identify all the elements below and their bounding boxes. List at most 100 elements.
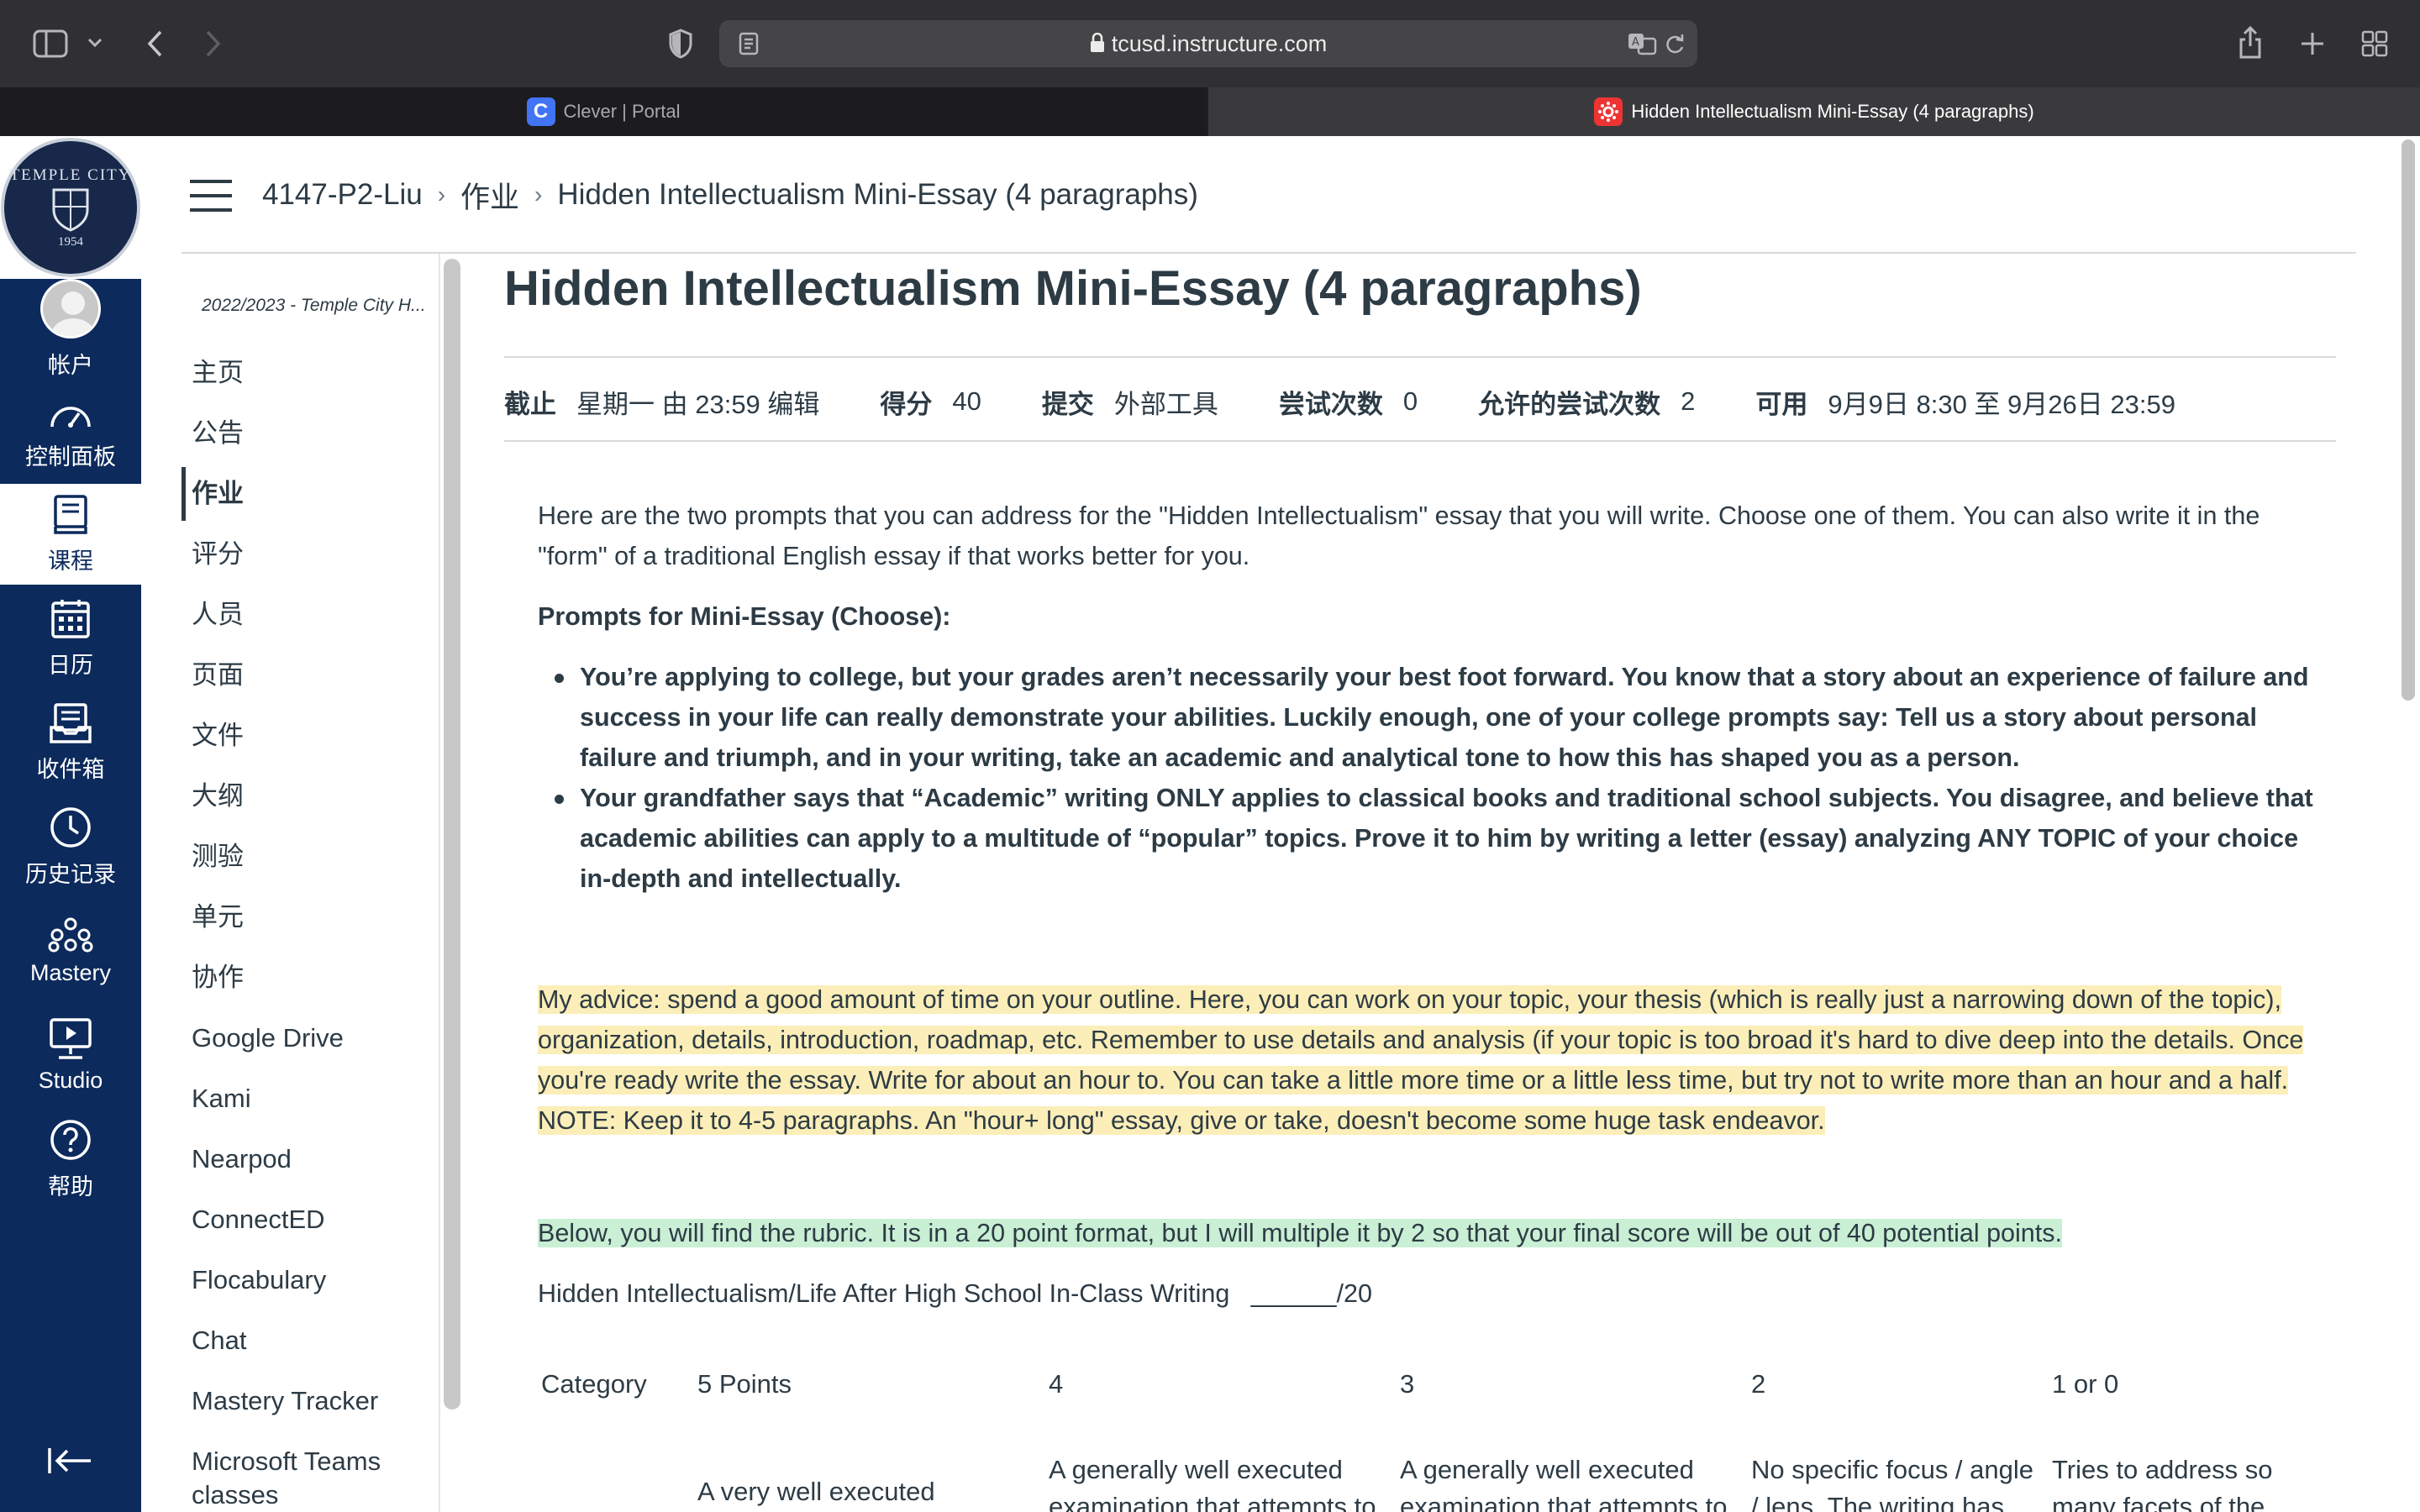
- submit-value: 外部工具: [1113, 389, 1218, 419]
- attempts-label: 尝试次数: [1278, 389, 1383, 419]
- tab-bar: C Clever | Portal Hidden Intellectualism…: [0, 87, 2420, 136]
- details-divider: [504, 440, 2336, 442]
- course-nav-files[interactable]: 文件: [192, 719, 244, 753]
- breadcrumb-page: Hidden Intellectualism Mini-Essay (4 par…: [557, 178, 1198, 211]
- course-nav-syllabus[interactable]: 大纲: [192, 780, 244, 813]
- translate-icon[interactable]: A: [1625, 30, 1659, 57]
- rubric-cell: A generally well executed examination th…: [1049, 1455, 1376, 1512]
- studio-icon: [50, 1017, 92, 1059]
- intro-paragraph: Here are the two prompts that you can ad…: [538, 501, 2260, 570]
- course-nav-home[interactable]: 主页: [192, 356, 244, 390]
- chevron-down-icon[interactable]: [82, 30, 108, 55]
- breadcrumb-course[interactable]: 4147-P2-Liu: [262, 178, 423, 212]
- nav-dashboard[interactable]: 控制面板: [0, 383, 141, 484]
- url-text: tcusd.instructure.com: [719, 20, 1697, 67]
- calendar-icon: [51, 599, 90, 638]
- list-item: You’re applying to college, but your gra…: [555, 657, 2319, 778]
- breadcrumb-section[interactable]: 作业: [460, 174, 519, 217]
- assignment-details: 截止 星期一 由 23:59 编辑 得分 40 提交 外部工具 尝试次数 0 允…: [504, 380, 2175, 423]
- clever-favicon-icon: C: [526, 97, 555, 126]
- submit-label: 提交: [1041, 389, 1094, 419]
- forward-icon[interactable]: [197, 25, 230, 62]
- available-label: 可用: [1755, 389, 1808, 419]
- course-nav-google-drive[interactable]: Google Drive: [192, 1021, 344, 1055]
- tab-assignment[interactable]: Hidden Intellectualism Mini-Essay (4 par…: [1208, 87, 2420, 136]
- back-icon[interactable]: [138, 25, 171, 62]
- mastery-icon: [48, 917, 93, 952]
- seal-year: 1954: [58, 234, 83, 249]
- course-nav-pages[interactable]: 页面: [192, 659, 244, 692]
- browser-toolbar: tcusd.instructure.com A: [0, 0, 2420, 87]
- canvas-favicon-icon: [1594, 97, 1623, 126]
- course-nav-chat[interactable]: Chat: [192, 1324, 246, 1357]
- address-bar[interactable]: tcusd.instructure.com A: [719, 20, 1697, 67]
- help-icon: [50, 1119, 91, 1160]
- tab-label: Hidden Intellectualism Mini-Essay (4 par…: [1631, 101, 2034, 122]
- page-title: Hidden Intellectualism Mini-Essay (4 par…: [504, 261, 1642, 316]
- nav-calendar[interactable]: 日历: [0, 588, 141, 689]
- privacy-shield-icon[interactable]: [664, 25, 697, 62]
- course-nav-flocabulary[interactable]: Flocabulary: [192, 1263, 326, 1297]
- available-value: 9月9日 8:30 至 9月26日 23:59: [1828, 389, 2175, 419]
- course-nav-microsoft-teams[interactable]: Microsoft Teams classes: [192, 1445, 410, 1512]
- page-scrollbar[interactable]: [2402, 139, 2415, 701]
- rubric-title: Hidden Intellectualism/Life After High S…: [538, 1279, 1372, 1308]
- collapse-nav-icon[interactable]: [47, 1446, 92, 1479]
- list-item: Your grandfather says that “Academic” wr…: [555, 778, 2319, 899]
- course-nav-collaborations[interactable]: 协作: [192, 961, 244, 995]
- avatar: [40, 279, 101, 339]
- tab-clever-portal[interactable]: C Clever | Portal: [0, 87, 1207, 136]
- sidebar-toggle-icon[interactable]: [30, 27, 71, 60]
- course-nav-grades[interactable]: 评分: [192, 538, 244, 571]
- allowed-attempts-label: 允许的尝试次数: [1478, 389, 1661, 419]
- advice-paragraph: My advice: spend a good amount of time o…: [538, 979, 2319, 1141]
- course-nav-connected[interactable]: ConnectED: [192, 1203, 325, 1236]
- inbox-icon: [50, 702, 92, 743]
- header-divider: [182, 252, 2356, 254]
- nav-mastery[interactable]: Mastery: [0, 900, 141, 1001]
- nav-history-label: 历史记录: [25, 861, 116, 887]
- allowed-attempts-value: 2: [1681, 386, 1696, 416]
- rubric-header-4: 4: [1049, 1369, 1064, 1399]
- dashboard-icon: [50, 406, 91, 428]
- breadcrumb-separator-icon: ›: [437, 181, 446, 207]
- breadcrumb-separator-icon: ›: [534, 181, 543, 207]
- school-seal-icon: TEMPLE CITY 1954: [1, 138, 140, 277]
- lock-icon: [1090, 22, 1105, 69]
- course-nav-modules[interactable]: 单元: [192, 900, 244, 934]
- course-nav-nearpod[interactable]: Nearpod: [192, 1142, 292, 1176]
- rubric-header-3: 3: [1400, 1369, 1415, 1399]
- course-nav-quizzes[interactable]: 测验: [192, 840, 244, 874]
- nav-dashboard-label: 控制面板: [25, 444, 116, 470]
- course-nav-kami[interactable]: Kami: [192, 1082, 251, 1116]
- history-icon: [50, 806, 91, 848]
- nav-help[interactable]: 帮助: [0, 1109, 141, 1210]
- svg-text:A: A: [1632, 36, 1639, 49]
- points-value: 40: [952, 386, 981, 416]
- nav-history[interactable]: 历史记录: [0, 796, 141, 897]
- course-nav-people[interactable]: 人员: [192, 598, 244, 632]
- school-logo[interactable]: TEMPLE CITY 1954: [0, 136, 141, 279]
- course-term: 2022/2023 - Temple City H...: [202, 296, 426, 315]
- nav-studio[interactable]: Studio: [0, 1005, 141, 1105]
- course-nav-assignments[interactable]: 作业: [192, 477, 244, 511]
- nav-courses[interactable]: 课程: [0, 484, 141, 585]
- nav-account-label: 帐户: [48, 353, 93, 378]
- course-menu-toggle[interactable]: [190, 180, 232, 212]
- course-nav-scrollbar[interactable]: [444, 259, 460, 1410]
- tab-label: Clever | Portal: [563, 101, 681, 122]
- course-nav-announcements[interactable]: 公告: [192, 417, 244, 450]
- nav-inbox[interactable]: 收件箱: [0, 692, 141, 793]
- nav-courses-label: 课程: [48, 548, 93, 574]
- reload-icon[interactable]: [1660, 30, 1689, 57]
- rubric-header-category: Category: [541, 1369, 647, 1399]
- nav-account[interactable]: 帐户: [0, 279, 141, 380]
- title-divider: [504, 356, 2336, 358]
- tab-overview-icon[interactable]: [2358, 27, 2391, 60]
- course-nav-mastery-tracker[interactable]: Mastery Tracker: [192, 1384, 378, 1418]
- prompts-list: You’re applying to college, but your gra…: [555, 657, 2319, 899]
- rubric-cell: No specific focus / angle / lens. The wr…: [1751, 1455, 2034, 1512]
- share-icon[interactable]: [2233, 22, 2267, 62]
- new-tab-icon[interactable]: [2296, 27, 2329, 60]
- rubric-header-2: 2: [1751, 1369, 1766, 1399]
